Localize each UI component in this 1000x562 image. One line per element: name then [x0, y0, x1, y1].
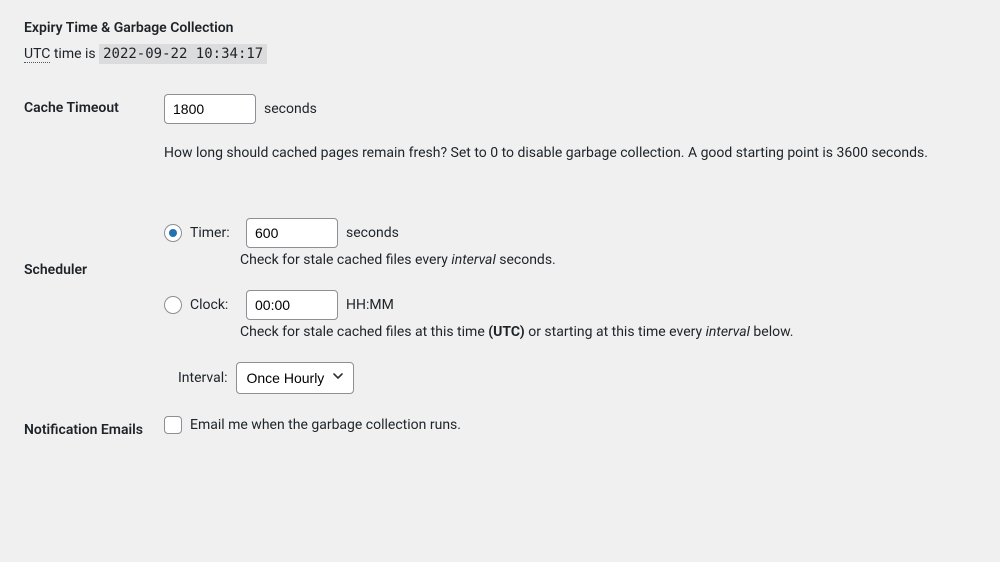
notification-email-label: Email me when the garbage collection run…: [190, 417, 461, 433]
utc-timestamp: 2022-09-22 10:34:17: [99, 44, 267, 64]
timer-note-em: interval: [451, 252, 495, 268]
section-title: Expiry Time & Garbage Collection: [24, 20, 976, 36]
clock-note-em: interval: [706, 324, 750, 340]
scheduler-clock-input[interactable]: [246, 290, 338, 320]
scheduler-interval-label: Interval:: [178, 370, 228, 386]
scheduler-interval-select[interactable]: Once Hourly: [236, 362, 354, 394]
notification-label: Notification Emails: [24, 408, 164, 452]
clock-note-mid: or starting at this time every: [525, 324, 706, 340]
scheduler-clock-format: HH:MM: [346, 297, 394, 313]
scheduler-clock-note: Check for stale cached files at this tim…: [240, 324, 976, 340]
scheduler-timer-note: Check for stale cached files every inter…: [240, 252, 976, 268]
clock-note-strong: (UTC): [488, 324, 525, 340]
cache-timeout-input[interactable]: [164, 94, 256, 124]
scheduler-timer-unit: seconds: [346, 225, 399, 241]
scheduler-label: Scheduler: [24, 178, 164, 408]
cache-timeout-label: Cache Timeout: [24, 86, 164, 178]
timer-note-prefix: Check for stale cached files every: [240, 252, 451, 268]
utc-abbr: UTC: [24, 46, 50, 63]
cache-timeout-unit: seconds: [264, 101, 317, 117]
scheduler-clock-radio[interactable]: [164, 296, 182, 314]
scheduler-timer-label: Timer:: [190, 225, 238, 241]
scheduler-clock-label: Clock:: [190, 297, 238, 313]
clock-note-suffix: below.: [750, 324, 794, 340]
scheduler-timer-radio[interactable]: [164, 224, 182, 242]
utc-time-line: UTC time is 2022-09-22 10:34:17: [24, 46, 976, 62]
notification-email-checkbox[interactable]: [164, 416, 182, 434]
clock-note-prefix: Check for stale cached files at this tim…: [240, 324, 488, 340]
utc-suffix-text: time is: [50, 46, 99, 62]
scheduler-timer-input[interactable]: [246, 218, 338, 248]
cache-timeout-help: How long should cached pages remain fres…: [164, 142, 976, 164]
timer-note-suffix: seconds.: [496, 252, 556, 268]
